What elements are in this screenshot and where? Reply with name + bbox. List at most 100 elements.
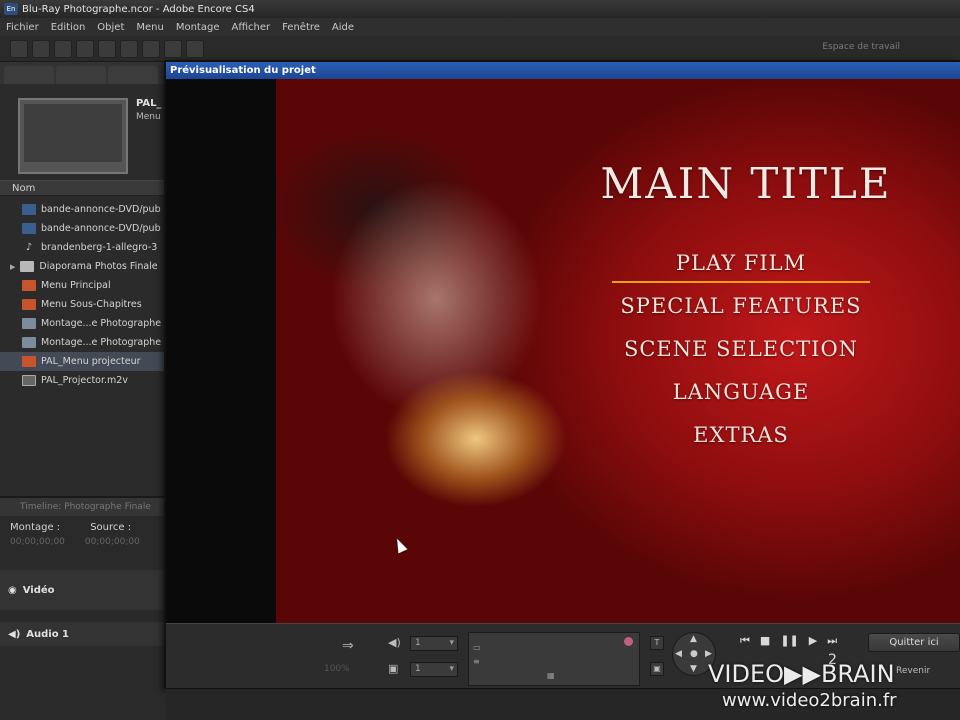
workspace-label[interactable]: Espace de travail bbox=[822, 42, 900, 52]
subtitle-stream-select[interactable]: 1 ▾ bbox=[410, 662, 458, 677]
menu-afficher[interactable]: Afficher bbox=[231, 22, 270, 33]
selected-asset-type: Menu bbox=[136, 112, 161, 122]
dpad-enter-icon[interactable]: ● bbox=[690, 649, 698, 659]
video-file-icon bbox=[22, 223, 36, 234]
source-label: Source : bbox=[90, 522, 132, 533]
list-item[interactable]: Montage...e Photographe bbox=[0, 314, 166, 333]
next-arrow-icon[interactable]: ⇒ bbox=[342, 638, 354, 654]
text-tool-icon[interactable] bbox=[98, 39, 116, 58]
expand-arrow-icon[interactable]: ▶ bbox=[10, 263, 15, 271]
menu-file-icon bbox=[22, 280, 36, 291]
dpad-down-icon[interactable]: ▼ bbox=[690, 664, 697, 674]
app-titlebar: En Blu-Ray Photographe.ncor - Adobe Enco… bbox=[0, 0, 960, 18]
list-item[interactable]: ♪ brandenberg-1-allegro-3 bbox=[0, 238, 166, 257]
audio-track-label: Audio 1 bbox=[26, 628, 70, 640]
stop-icon[interactable]: ■ bbox=[760, 634, 770, 648]
asset-label: bande-annonce-DVD/pub bbox=[41, 204, 161, 215]
skip-forward-icon[interactable]: ⏭ bbox=[827, 634, 837, 648]
menu-fichier[interactable]: Fichier bbox=[6, 22, 39, 33]
menu-edition[interactable]: Edition bbox=[51, 22, 86, 33]
menu-fenetre[interactable]: Fenêtre bbox=[282, 22, 320, 33]
pause-icon[interactable]: ❚❚ bbox=[780, 634, 798, 648]
dpad-right-icon[interactable]: ▶ bbox=[705, 649, 712, 659]
skip-back-icon[interactable]: ⏮ bbox=[740, 634, 750, 648]
tab-montages[interactable] bbox=[108, 66, 158, 84]
asset-label: PAL_Projector.m2v bbox=[41, 375, 128, 386]
audio-stream-select[interactable]: 1 ▾ bbox=[410, 636, 458, 651]
dpad-up-icon[interactable]: ▲ bbox=[690, 634, 697, 644]
zoom-tool-icon[interactable] bbox=[142, 39, 160, 58]
zoom-level[interactable]: 100% bbox=[324, 664, 350, 674]
asset-label: bande-annonce-DVD/pub bbox=[41, 223, 161, 234]
render-button[interactable]: ▣ bbox=[650, 662, 664, 676]
tab-projet[interactable] bbox=[4, 66, 54, 84]
tab-menus[interactable] bbox=[56, 66, 106, 84]
menu-button-extras[interactable]: EXTRAS bbox=[606, 423, 876, 466]
list-item[interactable]: ▶ Diaporama Photos Finale bbox=[0, 257, 166, 276]
vertical-text-tool-icon[interactable] bbox=[120, 39, 138, 58]
menu-main-title: MAIN TITLE bbox=[600, 159, 892, 208]
list-item[interactable]: bande-annonce-DVD/pub bbox=[0, 200, 166, 219]
app-logo-icon: En bbox=[4, 3, 18, 15]
montage-label: Montage : bbox=[10, 522, 61, 533]
asset-label: Montage...e Photographe bbox=[41, 318, 162, 329]
audio-stream-icon: ◀) bbox=[388, 636, 401, 649]
list-item[interactable]: Menu Principal bbox=[0, 276, 166, 295]
eye-icon[interactable]: ◉ bbox=[8, 585, 17, 596]
source-timecode[interactable]: 00;00;00;00 bbox=[85, 537, 140, 547]
asset-thumbnail bbox=[18, 98, 128, 174]
menu-file-icon bbox=[22, 356, 36, 367]
watermark-brand: VIDEO▶▶BRAIN bbox=[708, 660, 895, 688]
move-tool-icon[interactable] bbox=[54, 39, 72, 58]
app-title: Blu-Ray Photographe.ncor - Adobe Encore … bbox=[22, 3, 255, 15]
transport-controls: ⏮ ■ ❚❚ ▶ ⏭ bbox=[740, 634, 837, 648]
asset-label: PAL_Menu projecteur bbox=[41, 356, 141, 367]
column-header-name[interactable]: Nom bbox=[0, 180, 166, 196]
menu-button-language[interactable]: LANGUAGE bbox=[606, 380, 876, 423]
quit-here-button[interactable]: Quitter ici bbox=[868, 633, 960, 652]
menu-aide[interactable]: Aide bbox=[332, 22, 354, 33]
preview-stage[interactable]: MAIN TITLE PLAY FILM SPECIAL FEATURES SC… bbox=[166, 79, 960, 623]
preview-info-box: ▭ ≡ ▦ bbox=[468, 632, 640, 686]
title-safe-button[interactable]: T bbox=[650, 636, 664, 650]
record-indicator-icon bbox=[624, 637, 633, 646]
preview-tool-icon[interactable] bbox=[164, 39, 182, 58]
menu-montage[interactable]: Montage bbox=[176, 22, 220, 33]
rotate-tool-icon[interactable] bbox=[76, 39, 94, 58]
menu-button-special-features[interactable]: SPECIAL FEATURES bbox=[606, 294, 876, 337]
project-panel-tabs bbox=[0, 62, 166, 84]
list-item[interactable]: PAL_Menu projecteur bbox=[0, 352, 166, 371]
play-icon[interactable]: ▶ bbox=[809, 634, 817, 648]
dpad-left-icon[interactable]: ◀ bbox=[675, 649, 682, 659]
list-item[interactable]: bande-annonce-DVD/pub bbox=[0, 219, 166, 238]
menu-button-play-film[interactable]: PLAY FILM bbox=[606, 251, 876, 294]
asset-label: brandenberg-1-allegro-3 bbox=[41, 242, 158, 253]
route-tool-icon[interactable] bbox=[186, 39, 204, 58]
menu-menu[interactable]: Menu bbox=[136, 22, 163, 33]
chapter-icon: ▭ bbox=[473, 643, 481, 652]
list-item[interactable]: Menu Sous-Chapitres bbox=[0, 295, 166, 314]
menu-objet[interactable]: Objet bbox=[97, 22, 124, 33]
direct-select-tool-icon[interactable] bbox=[32, 39, 50, 58]
subtitle-stream-icon: ▣ bbox=[388, 662, 399, 675]
selection-tool-icon[interactable] bbox=[10, 39, 28, 58]
selected-asset-name: PAL_ bbox=[136, 98, 162, 109]
video-track[interactable]: ◉ Vidéo bbox=[0, 570, 166, 610]
montage-timecode[interactable]: 00;00;00;00 bbox=[10, 537, 65, 547]
menu-button-scene-selection[interactable]: SCENE SELECTION bbox=[606, 337, 876, 380]
asset-label: Montage...e Photographe bbox=[41, 337, 162, 348]
timeline-panel: Timeline: Photographe Finale Montage : S… bbox=[0, 496, 166, 720]
menu-file-icon bbox=[22, 299, 36, 310]
return-button[interactable]: Revenir bbox=[896, 666, 930, 676]
menubar: Fichier Edition Objet Menu Montage Affic… bbox=[0, 18, 960, 36]
audio-file-icon: ♪ bbox=[25, 242, 33, 253]
list-item[interactable]: PAL_Projector.m2v bbox=[0, 371, 166, 390]
watermark: VIDEO▶▶BRAIN www.video2brain.fr bbox=[708, 660, 897, 711]
video-track-label: Vidéo bbox=[22, 584, 55, 596]
speaker-icon[interactable]: ◀) bbox=[8, 629, 20, 640]
audio-track[interactable]: ◀) Audio 1 bbox=[0, 622, 166, 646]
timeline-tab[interactable]: Timeline: Photographe Finale bbox=[0, 498, 166, 516]
preview-titlebar[interactable]: Prévisualisation du projet bbox=[166, 62, 960, 79]
list-item[interactable]: Montage...e Photographe bbox=[0, 333, 166, 352]
preview-window: Prévisualisation du projet MAIN TITLE PL… bbox=[164, 60, 960, 690]
